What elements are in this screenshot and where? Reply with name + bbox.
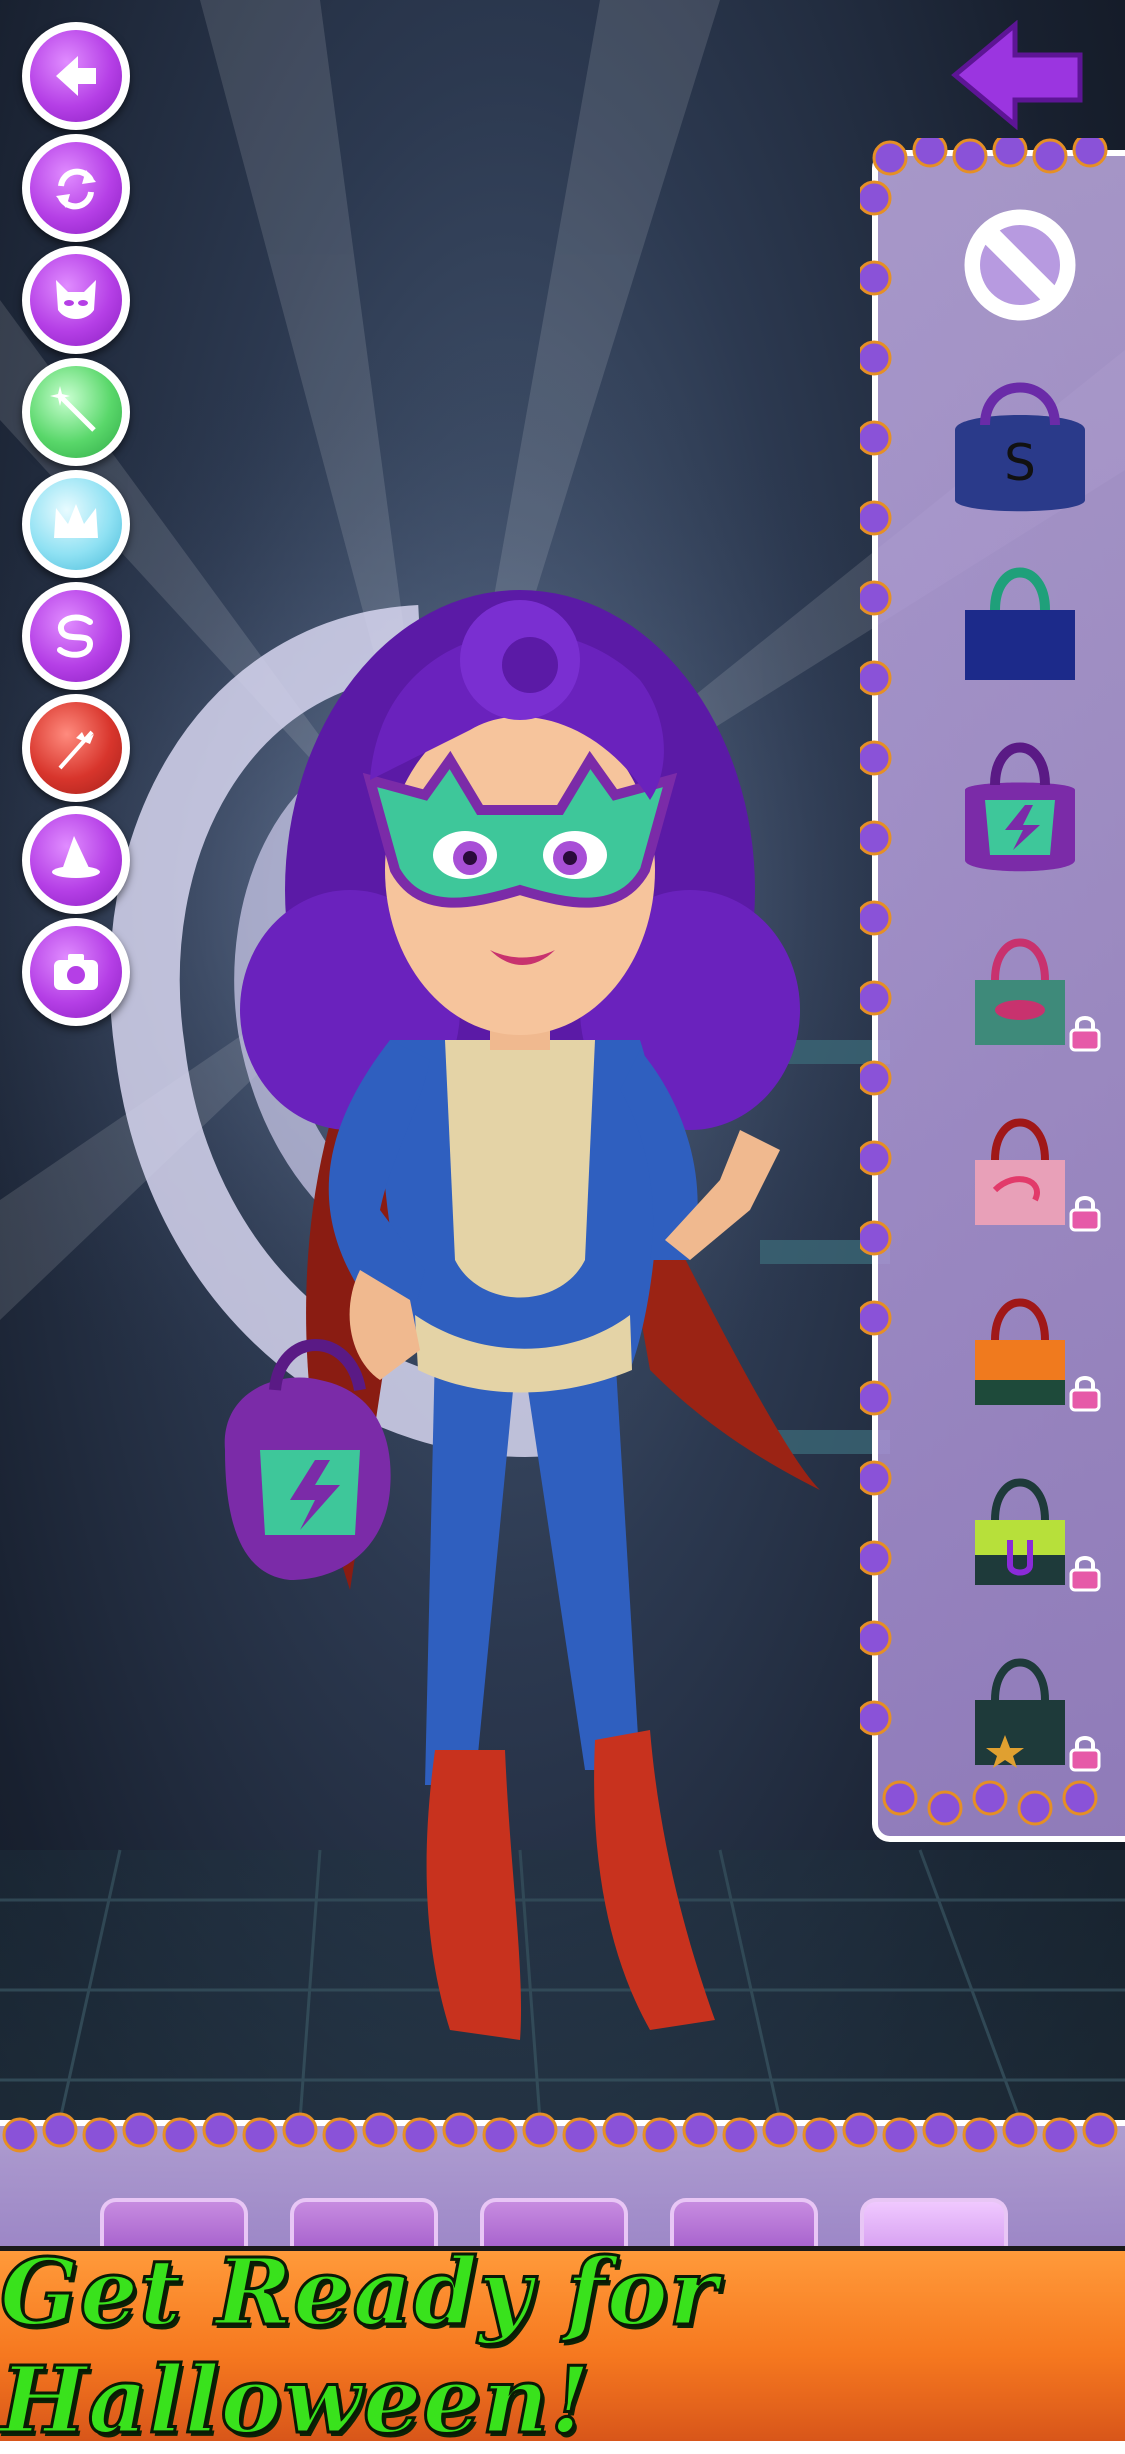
item-bag-lightning[interactable] bbox=[935, 730, 1105, 880]
item-bag-dark-star[interactable] bbox=[935, 1630, 1105, 1780]
bag-icon: S bbox=[955, 382, 1085, 512]
broom-button[interactable] bbox=[22, 694, 130, 802]
hair-button[interactable] bbox=[22, 582, 130, 690]
item-bag-lime[interactable] bbox=[935, 1450, 1105, 1600]
pumpkin-border-decoration bbox=[2, 2112, 1118, 2153]
item-bag-s-navy[interactable]: S bbox=[935, 370, 1105, 520]
bag-letter: S bbox=[1004, 434, 1036, 492]
cat-mask-button[interactable] bbox=[22, 246, 130, 354]
lock-icon bbox=[1069, 1556, 1101, 1592]
lock-icon bbox=[1069, 1196, 1101, 1232]
lock-icon bbox=[1069, 1736, 1101, 1772]
item-bag-pink-swirl[interactable] bbox=[935, 1090, 1105, 1240]
camera-button[interactable] bbox=[22, 918, 130, 1026]
crown-button[interactable] bbox=[22, 470, 130, 578]
magic-wand-icon bbox=[50, 386, 96, 432]
cat-mask-icon bbox=[56, 280, 96, 319]
crown-icon bbox=[54, 504, 98, 538]
witch-hat-icon bbox=[52, 836, 100, 878]
next-arrow-icon[interactable] bbox=[950, 20, 1085, 130]
refresh-icon bbox=[56, 168, 96, 210]
banner-text: Get Ready for Halloween! bbox=[0, 2237, 719, 2454]
bag-icon bbox=[965, 742, 1075, 872]
item-bag-navy[interactable] bbox=[935, 550, 1105, 700]
item-bag-orange[interactable] bbox=[935, 1270, 1105, 1420]
item-none[interactable] bbox=[935, 190, 1105, 340]
bag-icon bbox=[965, 567, 1075, 680]
hair-curl-icon bbox=[57, 614, 94, 658]
back-icon bbox=[56, 56, 96, 96]
bat-broom-icon bbox=[58, 730, 94, 770]
none-icon bbox=[964, 209, 1076, 321]
magic-wand-button[interactable] bbox=[22, 358, 130, 466]
lock-icon bbox=[1069, 1016, 1101, 1052]
lock-icon bbox=[1069, 1376, 1101, 1412]
witch-hat-button[interactable] bbox=[22, 806, 130, 914]
character-superhero[interactable] bbox=[220, 570, 840, 2080]
back-button[interactable] bbox=[22, 22, 130, 130]
camera-icon bbox=[54, 954, 98, 990]
item-bag-green-eye[interactable] bbox=[935, 910, 1105, 1060]
promo-banner: Get Ready for Halloween! bbox=[0, 2237, 1125, 2454]
refresh-button[interactable] bbox=[22, 134, 130, 242]
